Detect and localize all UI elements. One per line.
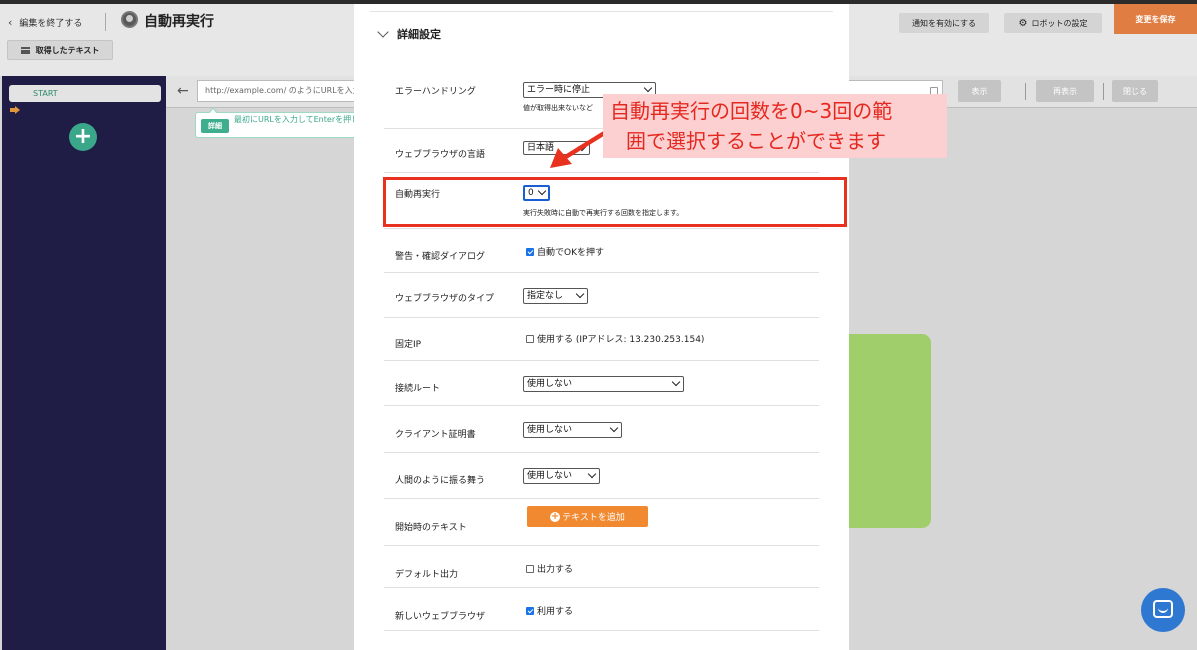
arrow-left-icon[interactable]: ←	[177, 83, 189, 99]
checkbox-label: 出力する	[537, 565, 574, 575]
show-label: 表示	[971, 86, 988, 96]
robot-title: 自動再実行	[144, 14, 214, 30]
select-value: 使用しない	[527, 471, 573, 481]
chevron-down-icon	[575, 289, 585, 299]
setting-row-human-like: 人間のように振る舞う 使用しない	[384, 453, 819, 499]
checkbox-label: 使用する (IPアドレス: 13.230.253.154)	[537, 335, 705, 345]
client-certificate-select[interactable]: 使用しない	[523, 422, 622, 438]
setting-label: デフォルト出力	[395, 570, 459, 580]
setting-label: ウェブブラウザのタイプ	[395, 294, 495, 304]
chevron-left-icon: ‹	[8, 15, 13, 29]
callout-line-2: 囲で選択することができます	[626, 129, 886, 153]
plus-circle-icon: +	[550, 510, 561, 522]
enable-notification-button[interactable]: 通知を有効にする	[899, 13, 989, 33]
setting-label: エラーハンドリング	[395, 87, 476, 97]
robot-settings-button[interactable]: ⚙ ロボットの設定	[1004, 13, 1102, 33]
setting-row-connection-route: 接続ルート 使用しない	[384, 361, 819, 406]
select-value: エラー時に停止	[527, 85, 591, 95]
setting-row-start-text: 開始時のテキスト + テキストを追加	[384, 499, 819, 546]
setting-label: 警告・確認ダイアログ	[395, 252, 486, 262]
setting-label: 新しいウェブブラウザ	[395, 612, 486, 622]
save-label: 変更を保存	[1135, 14, 1176, 24]
divider	[370, 11, 833, 12]
url-input[interactable]: http://example.com/ のようにURLを入力	[197, 80, 357, 102]
reshow-button[interactable]: 再表示	[1036, 80, 1094, 102]
setting-label: 固定IP	[395, 340, 422, 350]
auto-ok-checkbox[interactable]: 自動でOKを押す	[526, 245, 604, 258]
extracted-text-button[interactable]: 取得したテキスト	[7, 40, 113, 60]
chevron-down-icon	[377, 25, 389, 38]
checkbox-unchecked-icon[interactable]	[526, 564, 534, 573]
setting-row-fixed-ip: 固定IP 使用する (IPアドレス: 13.230.253.154)	[384, 318, 819, 361]
close-browser-button[interactable]: 閉じる	[1112, 80, 1158, 102]
flow-panel: START +	[2, 76, 166, 650]
gear-icon: ⚙	[1018, 17, 1028, 29]
chevron-down-icon	[587, 469, 597, 479]
add-text-button[interactable]: + テキストを追加	[527, 506, 648, 527]
annotation-callout: 自動再実行の回数を0~3回の範 囲で選択することができます	[603, 94, 947, 158]
setting-row-new-browser: 新しいウェブブラウザ 利用する	[384, 588, 819, 631]
checkbox-label: 利用する	[537, 607, 574, 617]
robot-avatar-icon	[121, 11, 138, 28]
reshow-label: 再表示	[1053, 86, 1077, 96]
select-value: 使用しない	[527, 379, 573, 389]
chat-icon	[1153, 600, 1173, 618]
arrow-right-icon	[10, 106, 20, 114]
setting-label: 人間のように振る舞う	[395, 476, 486, 486]
details-badge[interactable]: 詳細	[201, 119, 229, 133]
toolbar-divider	[1025, 83, 1026, 100]
new-browser-checkbox[interactable]: 利用する	[526, 604, 573, 617]
setting-label: ウェブブラウザの言語	[395, 150, 486, 160]
setting-label: クライアント証明書	[395, 430, 476, 440]
checkbox-checked-icon[interactable]	[526, 606, 534, 615]
select-value: 指定なし	[527, 291, 564, 301]
close-label: 閉じる	[1123, 86, 1147, 96]
show-button[interactable]: 表示	[958, 80, 1001, 102]
annotation-highlight-box	[383, 177, 847, 227]
start-node[interactable]: START	[9, 85, 161, 102]
toolbar-divider	[1103, 83, 1104, 100]
extracted-text-label: 取得したテキスト	[35, 45, 100, 55]
checkbox-unchecked-icon[interactable]	[526, 334, 534, 343]
browser-type-select[interactable]: 指定なし	[523, 288, 588, 304]
connection-route-select[interactable]: 使用しない	[523, 376, 684, 392]
robot-settings-label: ロボットの設定	[1031, 18, 1088, 28]
setting-row-alert-dialog: 警告・確認ダイアログ 自動でOKを押す	[384, 228, 819, 273]
select-value: 使用しない	[527, 425, 573, 435]
callout-line-1: 自動再実行の回数を0~3回の範	[610, 99, 893, 123]
annotation-arrow-icon	[550, 129, 609, 168]
setting-row-client-certificate: クライアント証明書 使用しない	[384, 406, 819, 453]
checkbox-label: 自動でOKを押す	[537, 248, 604, 258]
setting-description: 値が取得出来ないなど	[523, 104, 593, 112]
chat-launcher-button[interactable]	[1141, 588, 1185, 632]
save-changes-button[interactable]: 変更を保存	[1114, 4, 1197, 34]
setting-label: 開始時のテキスト	[395, 523, 467, 533]
setting-row-browser-type: ウェブブラウザのタイプ 指定なし	[384, 273, 819, 318]
chevron-down-icon	[643, 83, 653, 93]
page-preview-card	[840, 334, 931, 528]
advanced-settings-toggle[interactable]: 詳細設定	[377, 25, 441, 42]
add-step-button[interactable]: +	[69, 123, 97, 151]
setting-row-default-output: デフォルト出力 出力する	[384, 546, 819, 588]
exit-edit-button[interactable]: ‹ 編集を終了する	[8, 13, 82, 31]
header-divider	[105, 13, 106, 31]
default-output-checkbox[interactable]: 出力する	[526, 562, 573, 575]
human-like-select[interactable]: 使用しない	[523, 468, 600, 484]
section-title: 詳細設定	[397, 28, 441, 41]
list-icon	[20, 46, 30, 54]
fixed-ip-checkbox[interactable]: 使用する (IPアドレス: 13.230.253.154)	[526, 332, 704, 345]
checkbox-checked-icon[interactable]	[526, 247, 534, 256]
add-text-label: テキストを追加	[562, 513, 625, 523]
notify-label: 通知を有効にする	[911, 18, 977, 28]
setting-label: 接続ルート	[395, 384, 441, 394]
exit-edit-label: 編集を終了する	[19, 18, 83, 29]
chevron-down-icon	[609, 423, 619, 433]
chevron-down-icon	[671, 377, 681, 387]
